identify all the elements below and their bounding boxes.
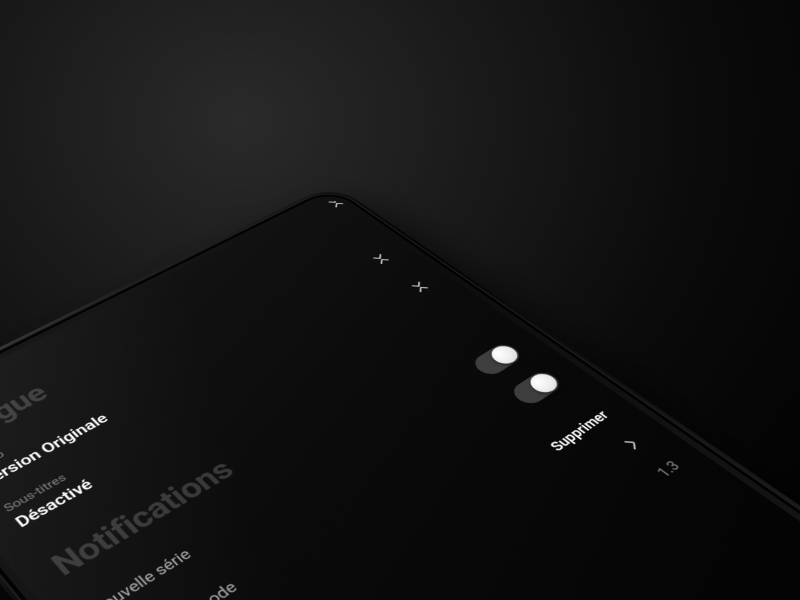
version-text: 1.3 <box>653 458 684 480</box>
selector-icon[interactable] <box>367 252 391 267</box>
selector-icon[interactable] <box>406 280 431 296</box>
chevron-right-icon <box>619 432 648 453</box>
